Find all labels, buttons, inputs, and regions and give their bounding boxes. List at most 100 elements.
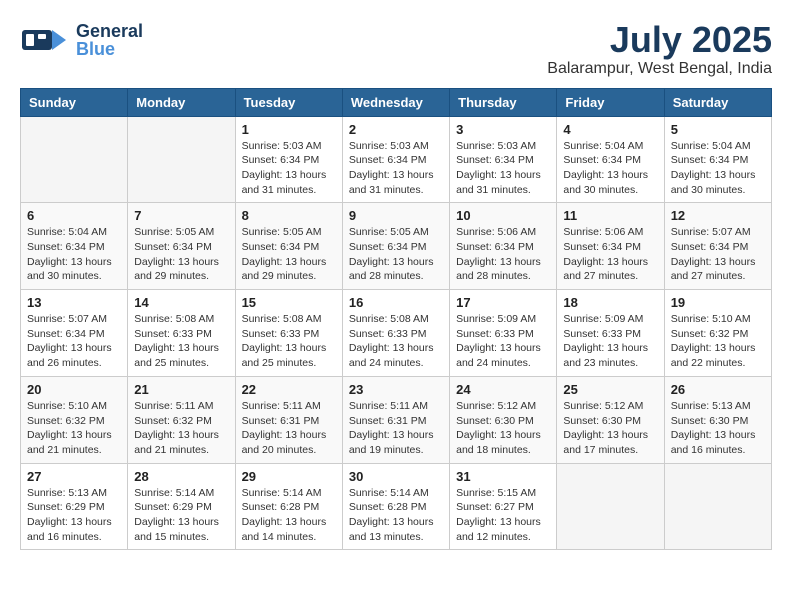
day-number: 1: [242, 122, 336, 137]
calendar-cell: 27Sunrise: 5:13 AM Sunset: 6:29 PM Dayli…: [21, 463, 128, 550]
calendar-cell: [557, 463, 664, 550]
calendar-cell: [128, 116, 235, 203]
calendar-header-friday: Friday: [557, 88, 664, 116]
day-info: Sunrise: 5:11 AM Sunset: 6:31 PM Dayligh…: [349, 399, 443, 458]
day-info: Sunrise: 5:06 AM Sunset: 6:34 PM Dayligh…: [563, 225, 657, 284]
day-number: 31: [456, 469, 550, 484]
calendar-cell: 29 Sunrise: 5:14 AM Sunset: 6:28 PM Dayli…: [235, 463, 342, 550]
day-info: Sunrise: 5:07 AM Sunset: 6:34 PM Dayligh…: [671, 225, 765, 284]
calendar-cell: 6 Sunrise: 5:04 AM Sunset: 6:34 PM Daylig…: [21, 203, 128, 290]
calendar-header-tuesday: Tuesday: [235, 88, 342, 116]
location-title: Balarampur, West Bengal, India: [547, 60, 772, 78]
calendar-cell: 25 Sunrise: 5:12 AM Sunset: 6:30 PM Dayli…: [557, 376, 664, 463]
calendar-cell: 16 Sunrise: 5:08 AM Sunset: 6:33 PM Dayli…: [342, 290, 449, 377]
logo-icon: [20, 20, 70, 60]
day-number: 6: [27, 208, 121, 223]
day-info: Sunrise: 5:12 AM Sunset: 6:30 PM Dayligh…: [563, 399, 657, 458]
calendar-cell: 31Sunrise: 5:15 AM Sunset: 6:27 PM Dayli…: [450, 463, 557, 550]
day-info: Sunrise: 5:12 AM Sunset: 6:30 PM Dayligh…: [456, 399, 550, 458]
calendar-cell: 14Sunrise: 5:08 AM Sunset: 6:33 PM Dayli…: [128, 290, 235, 377]
calendar-cell: 3 Sunrise: 5:03 AM Sunset: 6:34 PM Daylig…: [450, 116, 557, 203]
day-info: Sunrise: 5:04 AM Sunset: 6:34 PM Dayligh…: [27, 225, 121, 284]
day-number: 11: [563, 208, 657, 223]
calendar-header-wednesday: Wednesday: [342, 88, 449, 116]
day-number: 20: [27, 382, 121, 397]
day-info: Sunrise: 5:08 AM Sunset: 6:33 PM Dayligh…: [349, 312, 443, 371]
calendar-cell: 7Sunrise: 5:05 AM Sunset: 6:34 PM Daylig…: [128, 203, 235, 290]
day-info: Sunrise: 5:08 AM Sunset: 6:33 PM Dayligh…: [134, 312, 228, 371]
calendar-cell: 26Sunrise: 5:13 AM Sunset: 6:30 PM Dayli…: [664, 376, 771, 463]
day-number: 2: [349, 122, 443, 137]
day-info: Sunrise: 5:10 AM Sunset: 6:32 PM Dayligh…: [27, 399, 121, 458]
calendar-cell: [664, 463, 771, 550]
calendar-cell: 12 Sunrise: 5:07 AM Sunset: 6:34 PM Dayli…: [664, 203, 771, 290]
day-info: Sunrise: 5:11 AM Sunset: 6:32 PM Dayligh…: [134, 399, 228, 458]
day-info: Sunrise: 5:03 AM Sunset: 6:34 PM Dayligh…: [242, 139, 336, 198]
calendar-week-row: 27Sunrise: 5:13 AM Sunset: 6:29 PM Dayli…: [21, 463, 772, 550]
calendar-week-row: 13Sunrise: 5:07 AM Sunset: 6:34 PM Dayli…: [21, 290, 772, 377]
day-number: 19: [671, 295, 765, 310]
day-info: Sunrise: 5:08 AM Sunset: 6:33 PM Dayligh…: [242, 312, 336, 371]
day-number: 22: [242, 382, 336, 397]
day-info: Sunrise: 5:14 AM Sunset: 6:28 PM Dayligh…: [242, 486, 336, 545]
day-number: 3: [456, 122, 550, 137]
day-number: 29: [242, 469, 336, 484]
logo-blue-text: Blue: [76, 40, 143, 58]
day-number: 12: [671, 208, 765, 223]
calendar-header-thursday: Thursday: [450, 88, 557, 116]
calendar-cell: 30 Sunrise: 5:14 AM Sunset: 6:28 PM Dayli…: [342, 463, 449, 550]
day-info: Sunrise: 5:05 AM Sunset: 6:34 PM Dayligh…: [242, 225, 336, 284]
month-title: July 2025: [547, 20, 772, 60]
day-info: Sunrise: 5:05 AM Sunset: 6:34 PM Dayligh…: [349, 225, 443, 284]
day-info: Sunrise: 5:03 AM Sunset: 6:34 PM Dayligh…: [456, 139, 550, 198]
day-number: 16: [349, 295, 443, 310]
calendar-cell: 24 Sunrise: 5:12 AM Sunset: 6:30 PM Dayli…: [450, 376, 557, 463]
day-info: Sunrise: 5:13 AM Sunset: 6:30 PM Dayligh…: [671, 399, 765, 458]
day-number: 10: [456, 208, 550, 223]
day-number: 21: [134, 382, 228, 397]
calendar-week-row: 6 Sunrise: 5:04 AM Sunset: 6:34 PM Daylig…: [21, 203, 772, 290]
day-info: Sunrise: 5:11 AM Sunset: 6:31 PM Dayligh…: [242, 399, 336, 458]
calendar-cell: 15Sunrise: 5:08 AM Sunset: 6:33 PM Dayli…: [235, 290, 342, 377]
calendar-cell: 4 Sunrise: 5:04 AM Sunset: 6:34 PM Daylig…: [557, 116, 664, 203]
calendar-cell: 20 Sunrise: 5:10 AM Sunset: 6:32 PM Dayli…: [21, 376, 128, 463]
day-number: 8: [242, 208, 336, 223]
day-number: 28: [134, 469, 228, 484]
calendar-week-row: 20 Sunrise: 5:10 AM Sunset: 6:32 PM Dayli…: [21, 376, 772, 463]
day-info: Sunrise: 5:10 AM Sunset: 6:32 PM Dayligh…: [671, 312, 765, 371]
day-number: 24: [456, 382, 550, 397]
calendar-table: SundayMondayTuesdayWednesdayThursdayFrid…: [20, 88, 772, 551]
calendar-week-row: 1 Sunrise: 5:03 AM Sunset: 6:34 PM Daylig…: [21, 116, 772, 203]
page-header: General Blue July 2025 Balarampur, West …: [20, 20, 772, 78]
calendar-header-saturday: Saturday: [664, 88, 771, 116]
day-info: Sunrise: 5:04 AM Sunset: 6:34 PM Dayligh…: [563, 139, 657, 198]
calendar-cell: 23Sunrise: 5:11 AM Sunset: 6:31 PM Dayli…: [342, 376, 449, 463]
day-number: 4: [563, 122, 657, 137]
day-info: Sunrise: 5:07 AM Sunset: 6:34 PM Dayligh…: [27, 312, 121, 371]
day-number: 25: [563, 382, 657, 397]
day-info: Sunrise: 5:14 AM Sunset: 6:28 PM Dayligh…: [349, 486, 443, 545]
day-number: 27: [27, 469, 121, 484]
day-info: Sunrise: 5:06 AM Sunset: 6:34 PM Dayligh…: [456, 225, 550, 284]
calendar-cell: 21 Sunrise: 5:11 AM Sunset: 6:32 PM Dayli…: [128, 376, 235, 463]
calendar-header-sunday: Sunday: [21, 88, 128, 116]
day-number: 5: [671, 122, 765, 137]
calendar-cell: 22 Sunrise: 5:11 AM Sunset: 6:31 PM Dayli…: [235, 376, 342, 463]
day-info: Sunrise: 5:04 AM Sunset: 6:34 PM Dayligh…: [671, 139, 765, 198]
logo-general-text: General: [76, 22, 143, 40]
calendar-cell: 28Sunrise: 5:14 AM Sunset: 6:29 PM Dayli…: [128, 463, 235, 550]
calendar-header-monday: Monday: [128, 88, 235, 116]
day-number: 30: [349, 469, 443, 484]
calendar-cell: 5 Sunrise: 5:04 AM Sunset: 6:34 PM Daylig…: [664, 116, 771, 203]
day-info: Sunrise: 5:05 AM Sunset: 6:34 PM Dayligh…: [134, 225, 228, 284]
day-info: Sunrise: 5:09 AM Sunset: 6:33 PM Dayligh…: [563, 312, 657, 371]
calendar-cell: 17 Sunrise: 5:09 AM Sunset: 6:33 PM Dayli…: [450, 290, 557, 377]
calendar-cell: 8 Sunrise: 5:05 AM Sunset: 6:34 PM Daylig…: [235, 203, 342, 290]
day-number: 17: [456, 295, 550, 310]
calendar-cell: 2Sunrise: 5:03 AM Sunset: 6:34 PM Daylig…: [342, 116, 449, 203]
title-block: July 2025 Balarampur, West Bengal, India: [547, 20, 772, 78]
logo: General Blue: [20, 20, 143, 60]
day-info: Sunrise: 5:09 AM Sunset: 6:33 PM Dayligh…: [456, 312, 550, 371]
calendar-header-row: SundayMondayTuesdayWednesdayThursdayFrid…: [21, 88, 772, 116]
logo-text: General Blue: [76, 22, 143, 58]
